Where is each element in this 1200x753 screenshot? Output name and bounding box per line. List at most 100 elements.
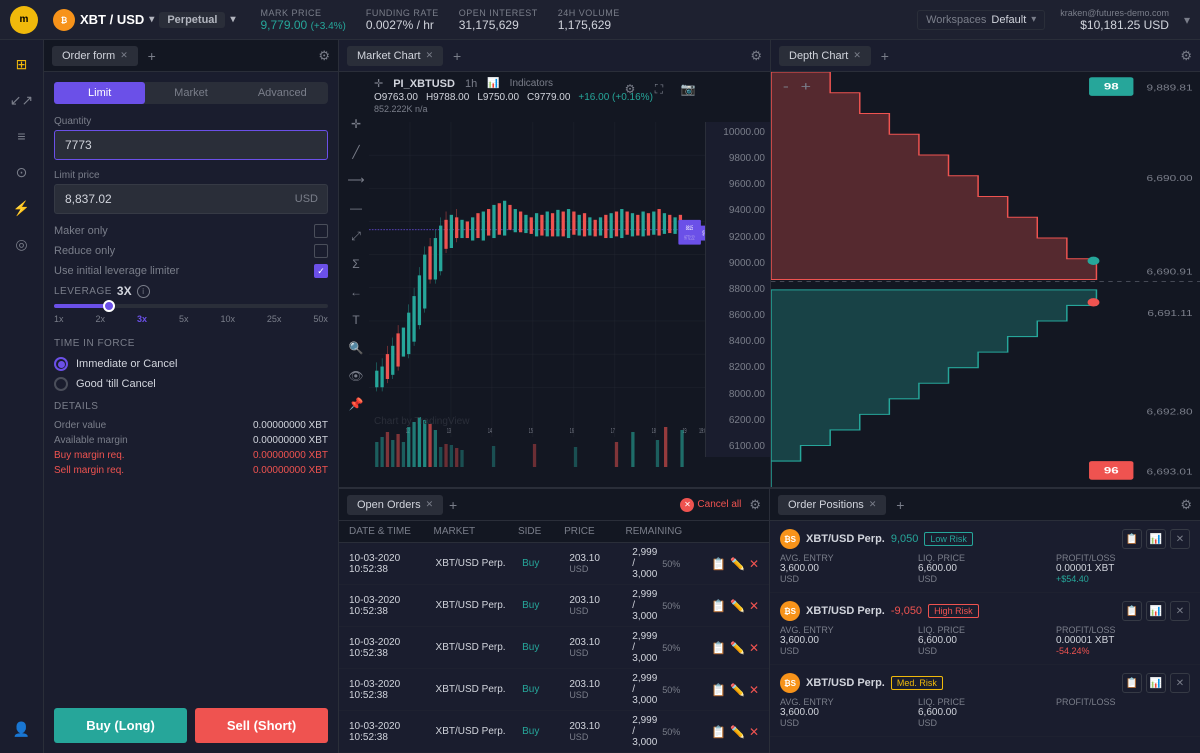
order-positions-tab[interactable]: Order Positions ✕ xyxy=(778,495,886,515)
chart-settings-btn[interactable]: ⚙ xyxy=(618,77,642,101)
chart-timeframe[interactable]: 1h xyxy=(465,78,477,90)
leverage-slider-track[interactable] xyxy=(54,304,328,308)
tool-line[interactable]: ╱ xyxy=(344,140,368,164)
order-form-tab[interactable]: Order form ✕ xyxy=(52,46,138,66)
symbol-pair[interactable]: ₿ XBT / USD ▾ Perpetual ▾ xyxy=(53,9,236,31)
chart-snapshot-btn[interactable]: 📷 xyxy=(676,77,700,101)
buy-long-button[interactable]: Buy (Long) xyxy=(54,708,187,743)
reduce-only-checkbox[interactable] xyxy=(314,244,328,258)
sidebar-icon-lightning[interactable]: ⚡ xyxy=(6,192,38,224)
leverage-mark-25x[interactable]: 25x xyxy=(267,314,282,324)
leverage-mark-5x[interactable]: 5x xyxy=(179,314,189,324)
tool-text[interactable]: T xyxy=(344,308,368,332)
pos-action-chart-2[interactable]: 📊 xyxy=(1146,673,1166,693)
tool-hline[interactable]: — xyxy=(344,196,368,220)
depth-chart-settings[interactable]: ⚙ xyxy=(1180,48,1192,64)
tif-gtc-radio[interactable] xyxy=(54,377,68,391)
order-form-tab-close[interactable]: ✕ xyxy=(120,50,128,61)
leverage-mark-50x[interactable]: 50x xyxy=(313,314,328,324)
edit-icon-4[interactable]: ✏️ xyxy=(730,725,745,739)
order-positions-add-tab[interactable]: + xyxy=(890,495,910,515)
sidebar-icon-grid[interactable]: ⊞ xyxy=(6,48,38,80)
order-form-body: Limit Market Advanced Quantity Limit pri… xyxy=(44,72,338,698)
pos-action-copy-0[interactable]: 📋 xyxy=(1122,529,1142,549)
sidebar-icon-target[interactable]: ◎ xyxy=(6,228,38,260)
copy-icon-1[interactable]: 📋 xyxy=(711,599,726,613)
sidebar-icon-person[interactable]: 👤 xyxy=(6,713,38,745)
tool-measure[interactable]: ⤢ xyxy=(344,224,368,248)
pos-action-close-1[interactable]: ✕ xyxy=(1170,601,1190,621)
leverage-mark-2x[interactable]: 2x xyxy=(95,314,105,324)
pos-action-close-2[interactable]: ✕ xyxy=(1170,673,1190,693)
pos-action-chart-1[interactable]: 📊 xyxy=(1146,601,1166,621)
sidebar-icon-circle[interactable]: ⊙ xyxy=(6,156,38,188)
leverage-info-icon[interactable]: i xyxy=(137,285,150,298)
leverage-mark-1x[interactable]: 1x xyxy=(54,314,64,324)
workspaces-section[interactable]: Workspaces Default ▾ xyxy=(917,10,1045,30)
quantity-input[interactable] xyxy=(54,130,328,160)
pos-action-copy-2[interactable]: 📋 xyxy=(1122,673,1142,693)
open-orders-add-tab[interactable]: + xyxy=(443,495,463,515)
funding-rate-stat: FUNDING RATE 0.0027% / hr xyxy=(366,8,439,32)
depth-chart-tab-close[interactable]: ✕ xyxy=(853,50,861,61)
order-type-limit[interactable]: Limit xyxy=(54,82,145,104)
tool-eye[interactable]: 👁 xyxy=(344,364,368,388)
limit-price-input[interactable] xyxy=(54,184,328,214)
pos-action-copy-1[interactable]: 📋 xyxy=(1122,601,1142,621)
open-orders-tab-close[interactable]: ✕ xyxy=(426,499,434,510)
use-initial-leverage-checkbox[interactable]: ✓ xyxy=(314,264,328,278)
chart-indicators-btn[interactable]: Indicators xyxy=(510,78,553,89)
account-chevron[interactable]: ▾ xyxy=(1184,13,1190,27)
copy-icon-2[interactable]: 📋 xyxy=(711,641,726,655)
delete-icon-1[interactable]: ✕ xyxy=(749,599,759,613)
sidebar-icon-arrows[interactable]: ↙↗ xyxy=(6,84,38,116)
depth-chart-tab[interactable]: Depth Chart ✕ xyxy=(779,46,871,66)
tool-zoom[interactable]: 🔍 xyxy=(344,336,368,360)
market-chart-tab[interactable]: Market Chart ✕ xyxy=(347,46,443,66)
delete-icon-0[interactable]: ✕ xyxy=(749,557,759,571)
add-tab-button[interactable]: + xyxy=(142,46,162,66)
tif-immediate-row[interactable]: Immediate or Cancel xyxy=(54,357,328,371)
depth-chart-add-tab[interactable]: + xyxy=(875,46,895,66)
leverage-mark-3x[interactable]: 3x xyxy=(137,314,147,324)
tool-crosshair[interactable]: ✛ xyxy=(344,112,368,136)
order-positions-tab-close[interactable]: ✕ xyxy=(869,499,877,510)
chart-crosshair-icon[interactable]: ✛ xyxy=(374,77,383,90)
order-type-market[interactable]: Market xyxy=(145,82,236,104)
delete-icon-4[interactable]: ✕ xyxy=(749,725,759,739)
order-form-settings[interactable]: ⚙ xyxy=(318,48,330,64)
leverage-slider-thumb[interactable] xyxy=(103,300,115,312)
open-orders-tab[interactable]: Open Orders ✕ xyxy=(347,495,443,515)
copy-icon-3[interactable]: 📋 xyxy=(711,683,726,697)
tool-ray[interactable]: ⟶ xyxy=(344,168,368,192)
cancel-all-button[interactable]: ✕ Cancel all xyxy=(680,498,741,512)
pos-action-close-0[interactable]: ✕ xyxy=(1170,529,1190,549)
market-chart-add-tab[interactable]: + xyxy=(447,46,467,66)
sell-short-button[interactable]: Sell (Short) xyxy=(195,708,328,743)
chart-fullscreen-btn[interactable]: ⛶ xyxy=(647,77,671,101)
market-chart-tab-close[interactable]: ✕ xyxy=(426,50,434,61)
copy-icon-0[interactable]: 📋 xyxy=(711,557,726,571)
tif-immediate-radio[interactable] xyxy=(54,357,68,371)
leverage-mark-10x[interactable]: 10x xyxy=(220,314,235,324)
tool-pin[interactable]: 📌 xyxy=(344,392,368,416)
tif-gtc-row[interactable]: Good 'till Cancel xyxy=(54,377,328,391)
copy-icon-4[interactable]: 📋 xyxy=(711,725,726,739)
pos-action-chart-0[interactable]: 📊 xyxy=(1146,529,1166,549)
tool-fibonacci[interactable]: Ʃ xyxy=(344,252,368,276)
maker-only-checkbox[interactable] xyxy=(314,224,328,238)
delete-icon-2[interactable]: ✕ xyxy=(749,641,759,655)
chart-type-icon[interactable]: 📊 xyxy=(487,78,499,89)
open-orders-settings[interactable]: ⚙ xyxy=(749,497,761,513)
edit-icon-1[interactable]: ✏️ xyxy=(730,599,745,613)
order-side-1: Buy xyxy=(522,600,569,611)
delete-icon-3[interactable]: ✕ xyxy=(749,683,759,697)
market-chart-settings[interactable]: ⚙ xyxy=(750,48,762,64)
sidebar-icon-list[interactable]: ≡ xyxy=(6,120,38,152)
order-type-advanced[interactable]: Advanced xyxy=(237,82,328,104)
edit-icon-0[interactable]: ✏️ xyxy=(730,557,745,571)
edit-icon-2[interactable]: ✏️ xyxy=(730,641,745,655)
edit-icon-3[interactable]: ✏️ xyxy=(730,683,745,697)
tool-arrow[interactable]: ← xyxy=(344,280,368,304)
order-positions-settings[interactable]: ⚙ xyxy=(1180,497,1192,513)
